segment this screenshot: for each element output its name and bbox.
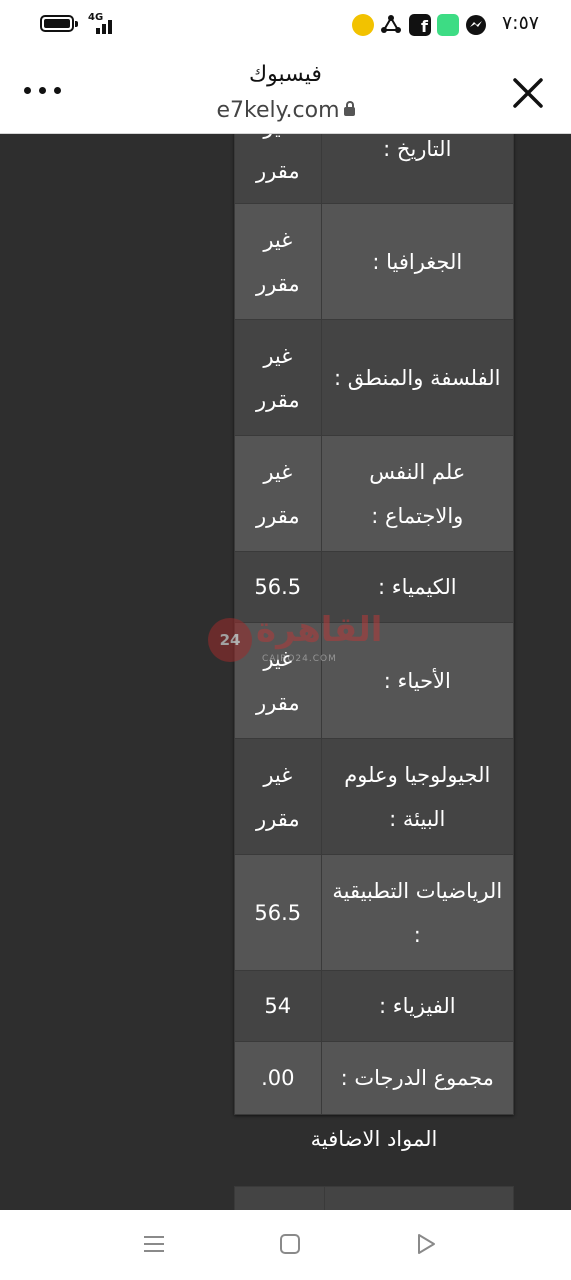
subject-cell: الجيولوجيا وعلوم البيئة : — [320, 738, 515, 855]
grade-cell: غير مقرر — [234, 738, 322, 855]
clock: ٧:٥٧ — [501, 12, 539, 34]
subject-cell: التاريخ : — [320, 134, 515, 204]
notification-icons: f — [352, 14, 492, 38]
home-icon[interactable] — [278, 1232, 302, 1256]
table-cell — [324, 1186, 514, 1210]
extra-subjects-title: المواد الاضافية — [310, 1127, 438, 1151]
watermark-logo: 24 القاهرة CAIRO24.COM — [208, 610, 382, 674]
table-cell — [234, 1186, 325, 1210]
table-row: علم النفس والاجتماع : غير مقرر — [234, 435, 515, 552]
table-row: التاريخ : غير مقرر — [234, 134, 515, 204]
grade-cell: 00. — [234, 1041, 322, 1115]
battery-icon — [40, 15, 78, 32]
grade-cell: غير مقرر — [234, 435, 322, 552]
watermark-text: القاهرة — [256, 610, 383, 650]
messenger-icon — [466, 15, 486, 35]
extra-subjects-table — [234, 1186, 514, 1210]
grade-cell: 56.5 — [234, 854, 322, 971]
url-display[interactable]: e7kely.com — [0, 98, 571, 123]
grade-cell: غير مقرر — [234, 134, 322, 204]
back-icon[interactable] — [414, 1232, 438, 1256]
menu-icon[interactable] — [142, 1232, 166, 1256]
table-row: الفيزياء : 54 — [234, 970, 515, 1042]
table-row: الفلسفة والمنطق : غير مقرر — [234, 319, 515, 436]
grade-cell: غير مقرر — [234, 203, 322, 320]
status-bar: 4G f ٧:٥٧ — [0, 0, 571, 52]
table-row: الجيولوجيا وعلوم البيئة : غير مقرر — [234, 738, 515, 855]
close-icon[interactable] — [511, 76, 545, 110]
subject-cell: الفيزياء : — [320, 970, 515, 1042]
subject-cell: مجموع الدرجات : — [320, 1041, 515, 1115]
table-row: الجغرافيا : غير مقرر — [234, 203, 515, 320]
browser-toolbar: فيسبوك e7kely.com — [0, 52, 571, 134]
grade-cell: 54 — [234, 970, 322, 1042]
watermark-subtext: CAIRO24.COM — [262, 654, 337, 664]
grade-cell: غير مقرر — [234, 319, 322, 436]
lock-icon — [343, 100, 355, 116]
system-nav-bar — [0, 1210, 571, 1280]
subject-cell: الفلسفة والمنطق : — [320, 319, 515, 436]
table-row: الرياضيات التطبيقية : 56.5 — [234, 854, 515, 971]
sync-icon — [381, 15, 401, 33]
subject-cell: الجغرافيا : — [320, 203, 515, 320]
url-text: e7kely.com — [216, 98, 340, 123]
table-row — [234, 1186, 514, 1210]
watermark-badge: 24 — [208, 618, 252, 662]
facebook-icon: f — [409, 14, 431, 36]
android-update-icon — [437, 14, 459, 36]
page-content: التاريخ : غير مقرر الجغرافيا : غير مقرر … — [0, 134, 571, 1210]
subject-cell: علم النفس والاجتماع : — [320, 435, 515, 552]
table-row: مجموع الدرجات : 00. — [234, 1041, 515, 1115]
subject-cell: الرياضيات التطبيقية : — [320, 854, 515, 971]
page-title: فيسبوك — [249, 62, 322, 87]
smiley-app-icon — [352, 14, 374, 36]
signal-icon — [90, 16, 116, 34]
